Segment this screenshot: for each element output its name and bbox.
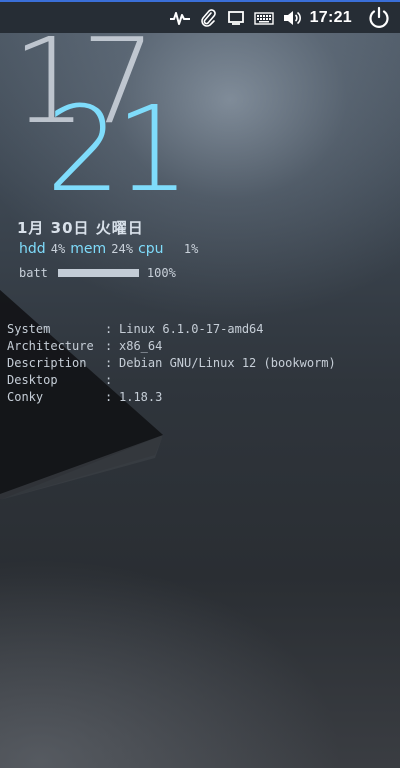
sysinfo-separator: : [105, 339, 113, 353]
conky-minute: 21 [46, 80, 190, 218]
conky-stats: hdd 4% mem 24% cpu 1% [19, 238, 198, 257]
hdd-value: 4% [50, 242, 66, 256]
sysinfo-value: x86_64 [119, 339, 163, 353]
paperclip-icon[interactable] [198, 8, 218, 28]
sysinfo-row: Architecture : x86_64 [7, 338, 336, 355]
sysinfo-key: Description [7, 356, 87, 370]
sysinfo-separator: : [105, 373, 113, 387]
sysinfo-row: Desktop : [7, 372, 336, 389]
sysinfo-key: Architecture [7, 339, 94, 353]
battery-label: batt [19, 266, 48, 280]
activity-icon[interactable] [169, 8, 190, 28]
mem-label: mem [70, 241, 107, 257]
display-icon[interactable] [226, 8, 246, 28]
mem-value: 24% [111, 242, 133, 256]
sysinfo-separator: : [105, 322, 113, 336]
conky-date: 1月 30日 火曜日 [17, 219, 144, 237]
battery-value: 100% [146, 266, 176, 280]
cpu-label: cpu [138, 241, 164, 257]
keyboard-icon[interactable] [253, 8, 274, 28]
volume-icon[interactable] [282, 8, 302, 28]
sysinfo-value: Debian GNU/Linux 12 (bookworm) [119, 356, 336, 370]
sysinfo-row: Conky : 1.18.3 [7, 389, 336, 406]
cpu-value: 1% [183, 242, 199, 256]
hdd-label: hdd [19, 241, 46, 257]
battery-bar-fill [57, 269, 139, 277]
sysinfo-key: Conky [7, 390, 44, 404]
sysinfo-separator: : [105, 390, 113, 404]
sysinfo-separator: : [105, 356, 113, 370]
system-info: System : Linux 6.1.0-17-amd64 Architectu… [7, 321, 336, 406]
sysinfo-key: Desktop [7, 373, 58, 387]
panel-clock[interactable]: 17:21 [310, 9, 352, 27]
sysinfo-value: 1.18.3 [119, 390, 163, 404]
battery-bar [57, 269, 139, 277]
power-icon[interactable] [366, 5, 392, 31]
sysinfo-value: Linux 6.1.0-17-amd64 [119, 322, 264, 336]
battery-row: batt 100% [19, 266, 176, 280]
sysinfo-row: System : Linux 6.1.0-17-amd64 [7, 321, 336, 338]
sysinfo-key: System [7, 322, 51, 336]
sysinfo-row: Description : Debian GNU/Linux 12 (bookw… [7, 355, 336, 372]
system-tray [169, 8, 302, 28]
